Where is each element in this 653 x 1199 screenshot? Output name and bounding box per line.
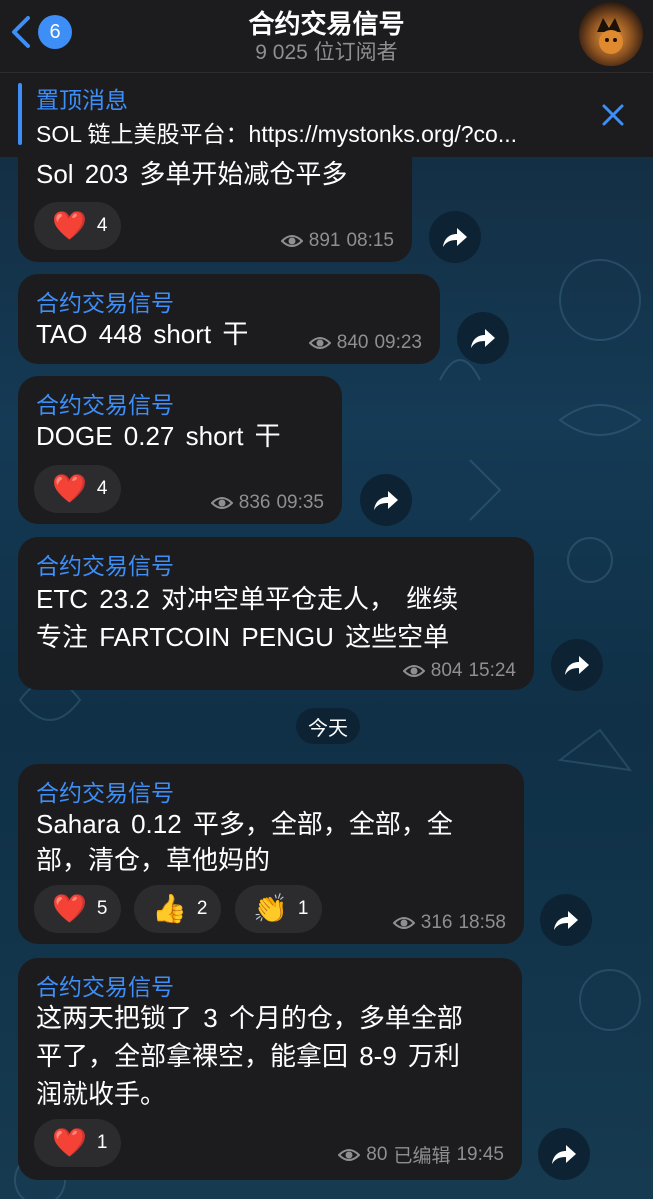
reaction-heart[interactable]: ❤️ 1 [34, 1119, 122, 1167]
message-text-line: Sahara 0.12 平多，全部，全部，全 [36, 809, 453, 839]
reaction-count: 2 [196, 898, 208, 919]
message-bubble[interactable]: 合约交易信号 ETC 23.2 对冲空单平仓走人， 继续 专注 FARTCOIN… [18, 537, 534, 690]
message-text-line: 专注 FARTCOIN PENGU 这些空单 [36, 622, 450, 652]
message-bubble[interactable]: 合约交易信号 这两天把锁了 3 个月的仓，多单全部 平了，全部拿裸空，能拿回 8… [18, 958, 522, 1180]
message-time: 09:23 [374, 332, 422, 353]
message-meta: 804 15:24 [402, 660, 516, 682]
share-button[interactable] [540, 894, 592, 946]
share-arrow-icon [443, 228, 467, 247]
share-arrow-icon [552, 1145, 576, 1164]
chat-header: 6 合约交易信号 9 025 位订阅者 [0, 0, 653, 72]
message-text: TAO 448 short 干 [36, 319, 249, 349]
reaction-count: 5 [96, 898, 108, 919]
message-meta: 80 已编辑 19:45 [338, 1141, 504, 1168]
channel-avatar[interactable] [579, 2, 643, 66]
message-text-line: 平了，全部拿裸空，能拿回 8-9 万利 [36, 1041, 461, 1071]
share-arrow-icon [554, 911, 578, 930]
reaction-count: 1 [96, 1132, 108, 1153]
view-count: 80 [366, 1143, 388, 1165]
message-text-line: 这两天把锁了 3 个月的仓，多单全部 [36, 1003, 463, 1033]
view-count: 840 [336, 332, 369, 353]
heart-icon: ❤️ [52, 1127, 87, 1158]
eye-icon [402, 665, 425, 677]
sender-name: 合约交易信号 [36, 780, 174, 806]
view-count: 891 [308, 230, 341, 251]
share-button[interactable] [457, 312, 509, 364]
reaction-clap[interactable]: 👏 1 [235, 885, 323, 933]
pinned-indicator [18, 83, 22, 145]
thumbs-up-icon: 👍 [152, 893, 187, 924]
sender-name: 合约交易信号 [36, 974, 174, 1000]
message-time: 08:15 [346, 230, 394, 251]
view-count: 316 [420, 912, 453, 933]
view-count: 836 [238, 492, 271, 513]
message-bubble[interactable]: 合约交易信号 DOGE 0.27 short 干 ❤️ 4 836 09:35 [18, 376, 342, 524]
message-time: 15:24 [468, 660, 516, 681]
subscriber-count: 9 025 位订阅者 [255, 41, 398, 64]
message-bubble[interactable]: 合约交易信号 TAO 448 short 干 840 09:23 [18, 274, 440, 364]
message-meta: 840 09:23 [308, 332, 422, 354]
sender-name: 合约交易信号 [36, 290, 174, 316]
reaction-heart[interactable]: ❤️ 4 [34, 465, 122, 513]
message-meta: 316 18:58 [392, 912, 506, 934]
share-button[interactable] [538, 1128, 590, 1180]
message-text: DOGE 0.27 short 干 [36, 421, 281, 451]
message-text: Sol 203 多单开始减仓平多 [36, 159, 348, 189]
heart-icon: ❤️ [52, 473, 87, 504]
reaction-count: 1 [297, 898, 309, 919]
date-separator: 今天 [296, 708, 360, 744]
reaction-heart[interactable]: ❤️ 4 [34, 202, 122, 250]
pinned-text: SOL 链上美股平台：https://mystonks.org/?co... [36, 121, 518, 147]
heart-icon: ❤️ [52, 893, 87, 924]
eye-icon [210, 497, 233, 509]
reaction-count: 4 [96, 478, 108, 499]
eye-icon [392, 917, 415, 929]
message-bubble[interactable]: Sol 203 多单开始减仓平多 ❤️ 4 891 08:15 [18, 148, 412, 262]
message-time: 19:45 [456, 1143, 504, 1165]
message-meta: 836 09:35 [210, 492, 324, 514]
pinned-title: 置顶消息 [36, 87, 128, 113]
share-button[interactable] [551, 639, 603, 691]
message-bubble[interactable]: 合约交易信号 Sahara 0.12 平多，全部，全部，全 部，清仓，草他妈的 … [18, 764, 524, 944]
message-text-line: 部，清仓，草他妈的 [36, 845, 271, 875]
message-time: 09:35 [276, 492, 324, 513]
share-arrow-icon [565, 656, 589, 675]
message-text-line: ETC 23.2 对冲空单平仓走人， 继续 [36, 584, 459, 614]
share-arrow-icon [471, 329, 495, 348]
share-arrow-icon [374, 491, 398, 510]
share-button[interactable] [360, 474, 412, 526]
eye-icon [280, 235, 303, 247]
clap-icon: 👏 [253, 893, 288, 924]
eye-icon [308, 337, 331, 349]
heart-icon: ❤️ [52, 210, 87, 241]
pinned-message-bar[interactable]: 置顶消息 SOL 链上美股平台：https://mystonks.org/?co… [0, 72, 653, 157]
sender-name: 合约交易信号 [36, 553, 174, 579]
sender-name: 合约交易信号 [36, 392, 174, 418]
view-count: 804 [430, 660, 463, 681]
message-text-line: 润就收手。 [36, 1079, 167, 1109]
message-time: 18:58 [458, 912, 506, 933]
edited-label: 已编辑 [393, 1146, 451, 1167]
share-button[interactable] [429, 211, 481, 263]
eye-icon [338, 1148, 361, 1161]
reaction-count: 4 [96, 215, 108, 236]
message-meta: 891 08:15 [280, 230, 394, 252]
close-icon[interactable] [599, 101, 627, 129]
reaction-heart[interactable]: ❤️ 5 [34, 885, 122, 933]
reaction-thumbs-up[interactable]: 👍 2 [134, 885, 222, 933]
